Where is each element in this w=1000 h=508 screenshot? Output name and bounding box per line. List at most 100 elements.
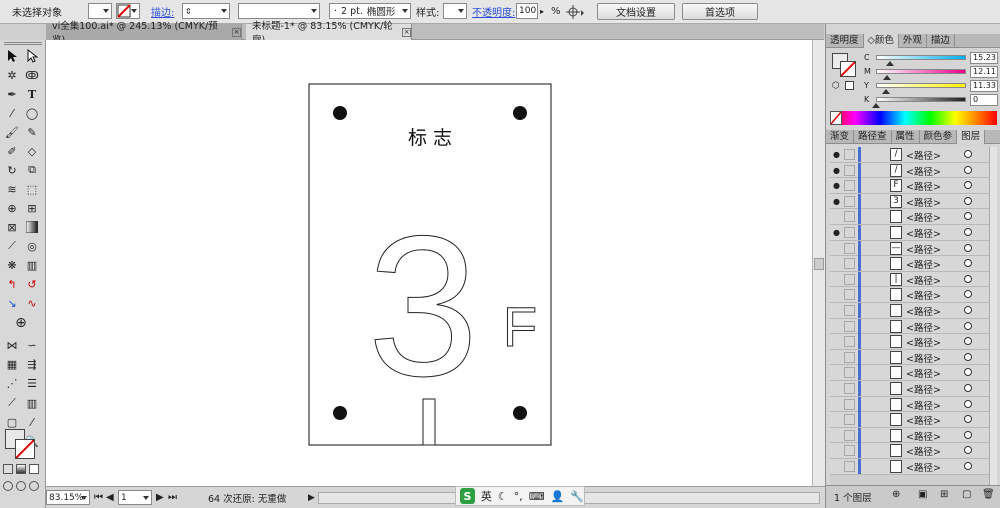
layer-name[interactable]: <路径> [906, 304, 941, 318]
mesh-tool-icon[interactable]: ⊠ [3, 218, 21, 236]
sogou-logo-icon[interactable]: S [460, 488, 475, 504]
visibility-eye-icon[interactable]: ● [832, 150, 841, 159]
new-sublayer-icon[interactable]: ⊞ [940, 489, 948, 500]
artboard-number-dropdown[interactable]: 1 [118, 490, 152, 505]
prev-page-icon[interactable]: ◀ [106, 490, 114, 505]
toolbox-grip[interactable] [4, 42, 42, 45]
layers-list[interactable]: ● / <路径> ● / <路径> ● F <路径> ● 3 <路径> <路径> ● <路径> — <路径> <路… [830, 147, 996, 485]
target-circle-icon[interactable] [964, 259, 972, 268]
eyedropper-tool-icon[interactable]: ⟋ [3, 237, 21, 255]
lock-toggle[interactable] [844, 289, 855, 301]
visibility-eye-icon[interactable] [832, 353, 841, 362]
channel-bar[interactable] [876, 97, 966, 102]
zoom-dropdown[interactable]: 83.15% [46, 490, 90, 505]
layer-row[interactable]: <路径> [830, 209, 996, 225]
target-circle-icon[interactable] [964, 368, 972, 377]
new-layer-icon[interactable]: ▢ [962, 489, 971, 500]
symbol-sprayer-tool-icon[interactable]: ❋ [3, 256, 21, 274]
ellipse-tool-icon[interactable]: ◯ [23, 104, 41, 122]
lock-toggle[interactable] [844, 398, 855, 410]
panel-stroke-swatch[interactable] [840, 61, 856, 77]
visibility-eye-icon[interactable] [832, 446, 841, 455]
layer-row[interactable]: ● F <路径> [830, 178, 996, 194]
target-circle-icon[interactable] [964, 384, 972, 392]
color-slider-k[interactable]: K0% [864, 94, 999, 108]
target-circle-icon[interactable] [964, 243, 972, 252]
color-mode-icon[interactable] [3, 464, 13, 474]
lock-toggle[interactable] [844, 461, 855, 472]
layer-name[interactable]: <路径> [906, 460, 941, 474]
target-circle-icon[interactable] [964, 462, 972, 470]
channel-bar[interactable] [876, 55, 966, 60]
layer-row[interactable]: <路径> [830, 443, 996, 459]
variable-width-dropdown[interactable] [238, 3, 320, 19]
draw-inside-icon[interactable] [29, 481, 39, 491]
lock-toggle[interactable] [844, 445, 855, 457]
bowtie-tool-icon[interactable]: ⋈ [3, 336, 21, 354]
close-icon[interactable]: × [232, 27, 241, 37]
lock-toggle[interactable] [844, 414, 855, 426]
target-circle-icon[interactable] [964, 212, 972, 221]
layer-row[interactable]: <路径> [830, 459, 996, 475]
target-circle-icon[interactable] [964, 150, 972, 158]
eyedropper-tool-icon-2[interactable]: ⟋ [3, 394, 21, 412]
blob-brush-tool-icon[interactable]: ✐ [3, 142, 21, 160]
lock-toggle[interactable] [844, 305, 855, 316]
layer-row[interactable]: <路径> [830, 256, 996, 272]
tab-gradient[interactable]: 渐变 [826, 130, 855, 144]
artboard-tool-icon-red[interactable]: ↰ [3, 275, 21, 293]
layer-row[interactable]: ● / <路径> [830, 147, 996, 163]
shape-builder-tool-icon[interactable]: ⊕ [3, 199, 21, 217]
keyboard-icon[interactable]: ⌨ [529, 490, 545, 503]
list-tool-icon[interactable]: ☰ [23, 374, 41, 392]
lock-toggle[interactable] [844, 211, 855, 223]
wave-tool-icon[interactable]: ∿ [23, 294, 41, 312]
layer-row[interactable]: <路径> [830, 365, 996, 381]
layer-row[interactable]: <路径> [830, 349, 996, 366]
layer-row[interactable]: <路径> [830, 287, 996, 303]
tab-stroke[interactable]: 描边 [927, 34, 955, 48]
color-slider-m[interactable]: M12.11% [864, 66, 999, 80]
perspective-grid-tool-icon[interactable]: ⊞ [23, 199, 41, 217]
lock-toggle[interactable] [844, 336, 855, 348]
pencil-tool-icon[interactable]: ✎ [23, 123, 41, 141]
preferences-button[interactable]: 首选项 [682, 3, 758, 20]
layer-name[interactable]: <路径> [906, 164, 941, 178]
layer-name[interactable]: <路径> [906, 382, 941, 396]
visibility-eye-icon[interactable] [832, 415, 841, 424]
none-color-icon[interactable] [830, 111, 842, 125]
visibility-eye-icon[interactable] [832, 290, 841, 299]
paintbrush-tool-icon[interactable]: 🖌 [3, 123, 21, 141]
next-page-icon[interactable]: ▶ [156, 490, 164, 505]
target-circle-icon[interactable] [964, 352, 972, 361]
arrows-tool-icon[interactable]: ⇶ [23, 355, 41, 373]
selection-tool-icon[interactable] [3, 47, 21, 65]
dropdown-arrow-icon[interactable]: ▸ [540, 3, 544, 20]
layer-row[interactable]: ● 3 <路径> [830, 193, 996, 210]
blend-tool-icon[interactable]: ◎ [23, 237, 41, 255]
visibility-eye-icon[interactable] [832, 244, 841, 253]
user-icon[interactable]: 👤 [551, 490, 565, 503]
layer-name[interactable]: <路径> [906, 195, 941, 209]
warp-tool-icon[interactable]: ≋ [3, 180, 21, 198]
target-circle-icon[interactable] [964, 165, 972, 174]
channel-thumb[interactable] [872, 103, 880, 108]
visibility-eye-icon[interactable] [832, 322, 841, 331]
layer-row[interactable]: <路径> [830, 396, 996, 413]
lock-toggle[interactable] [844, 351, 855, 363]
layer-name[interactable]: <路径> [906, 429, 941, 443]
free-transform-tool-icon[interactable]: ⬚ [23, 180, 41, 198]
visibility-eye-icon[interactable]: ● [832, 197, 841, 206]
target-circle-icon[interactable] [964, 321, 972, 330]
target-circle-icon[interactable] [964, 337, 972, 346]
eraser-tool-icon[interactable]: ◇ [23, 142, 41, 160]
lock-toggle[interactable] [844, 227, 855, 238]
channel-value-input[interactable]: 11.33 [970, 80, 998, 92]
layer-row[interactable]: ● <路径> [830, 225, 996, 241]
blue-tool-icon[interactable]: ↘ [3, 294, 21, 312]
layer-name[interactable]: <路径> [906, 273, 941, 287]
recolor-icon[interactable] [566, 3, 586, 20]
trash-icon[interactable]: 🗑 [982, 489, 995, 500]
draw-normal-icon[interactable] [3, 481, 13, 491]
lock-toggle[interactable] [844, 180, 855, 192]
